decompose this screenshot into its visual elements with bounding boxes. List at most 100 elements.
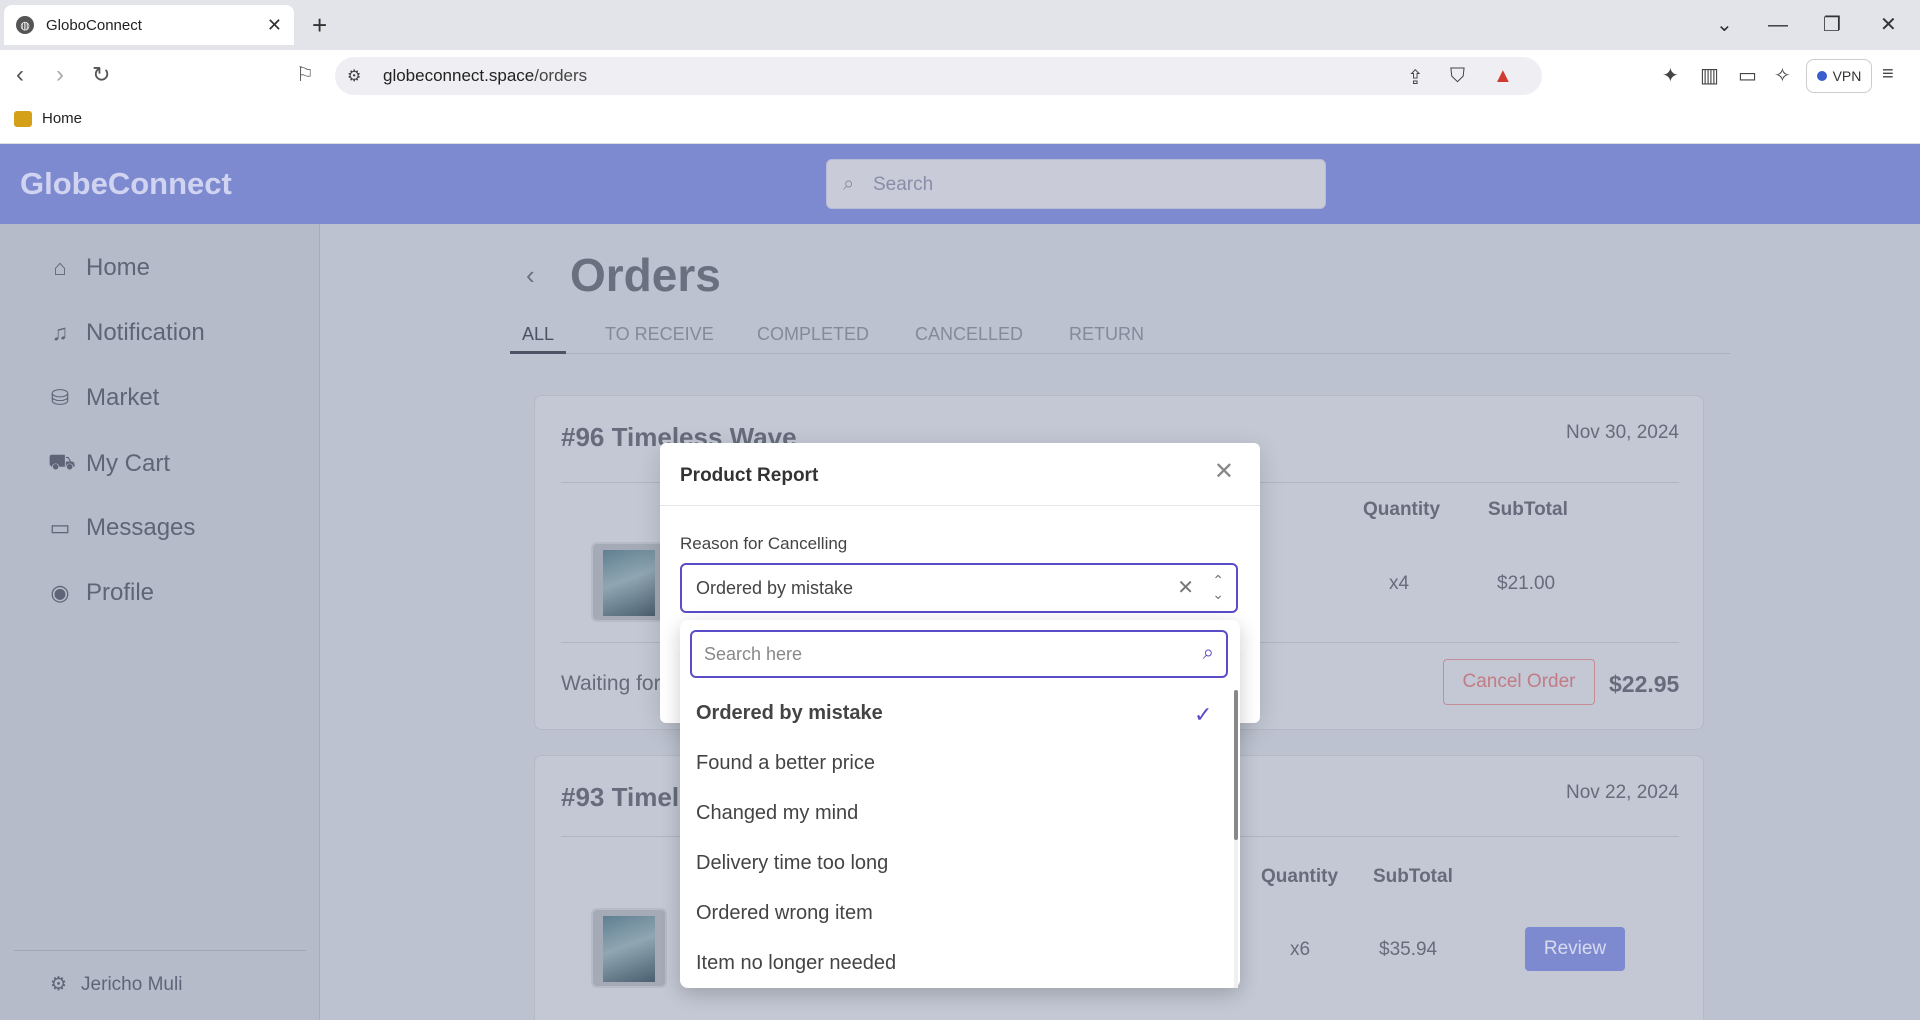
menu-icon[interactable]: ≡ (1882, 63, 1894, 86)
sidebar-toggle-icon[interactable]: ▥ (1700, 63, 1719, 88)
url-path: /orders (534, 66, 588, 85)
new-tab-button[interactable]: + (312, 10, 327, 40)
dropdown-option[interactable]: Ordered by mistake (696, 702, 883, 725)
url-text: globeconnect.space/orders (383, 66, 587, 86)
quantity-value: x4 (1389, 573, 1410, 594)
check-icon: ✓ (1194, 702, 1213, 727)
dropdown-option[interactable]: Ordered wrong item (696, 902, 873, 925)
app-header: GlobeConnect ⌕ Search (0, 144, 1920, 224)
app-search-input[interactable]: ⌕ Search (826, 159, 1326, 209)
close-window-button[interactable]: ✕ (1880, 10, 1897, 40)
tab-to-receive[interactable]: TO RECEIVE (605, 324, 714, 345)
quantity-value: x6 (1290, 939, 1311, 960)
clear-selection-icon[interactable]: ✕ (1177, 575, 1194, 600)
dropdown-option[interactable]: Changed my mind (696, 802, 858, 825)
dropdown-search-input[interactable]: Search here ⌕ (690, 630, 1228, 678)
sidebar-item-label: Market (86, 384, 160, 411)
browser-tab[interactable]: ◍ GloboConnect ✕ (4, 5, 294, 45)
bookmark-icon[interactable]: ⚐ (296, 60, 314, 90)
browser-tab-bar: ◍ GloboConnect ✕ + ⌄ — ❐ ✕ (0, 0, 1920, 50)
share-icon[interactable]: ⇪ (1407, 65, 1424, 90)
order-date: Nov 30, 2024 (1565, 422, 1679, 443)
bag-icon: ⛁ (50, 385, 70, 410)
sidebar-item-my-cart[interactable]: ⛟ My Cart (48, 449, 170, 478)
bell-icon: ♫ (51, 320, 69, 345)
back-arrow-icon[interactable]: ‹ (526, 260, 535, 291)
reason-select[interactable]: Ordered by mistake ✕ ⌃ ⌄ (680, 563, 1238, 613)
dropdown-option[interactable]: Found a better price (696, 752, 875, 775)
order-title: #93 Timel (561, 782, 680, 812)
sidebar-item-label: Profile (86, 579, 155, 606)
chevron-updown-icon[interactable]: ⌃ ⌄ (1212, 573, 1224, 601)
tab-all[interactable]: ALL (522, 324, 554, 345)
subtotal-header: SubTotal (1488, 499, 1568, 520)
subtotal-value: $35.94 (1379, 939, 1438, 960)
dropdown-search-placeholder: Search here (704, 644, 803, 664)
cart-icon: ⛟ (48, 449, 76, 474)
dropdown-option[interactable]: Delivery time too long (696, 852, 888, 875)
order-date: Nov 22, 2024 (1565, 782, 1679, 803)
search-icon: ⌕ (1202, 642, 1214, 664)
review-button[interactable]: Review (1525, 927, 1625, 971)
dropdown-scrollbar-thumb[interactable] (1234, 690, 1238, 840)
user-icon: ◉ (50, 580, 70, 605)
sidebar-item-profile[interactable]: ◉ Profile (48, 579, 154, 607)
bookmark-home[interactable]: Home (14, 110, 82, 127)
sidebar-item-label: Messages (86, 514, 196, 541)
quantity-header: Quantity (1363, 499, 1441, 520)
sidebar-item-market[interactable]: ⛁ Market (48, 384, 160, 412)
reason-label: Reason for Cancelling (680, 534, 848, 553)
close-icon[interactable]: ✕ (1214, 457, 1234, 486)
subtotal-header: SubTotal (1373, 866, 1453, 887)
app-logo[interactable]: GlobeConnect (20, 166, 232, 202)
vpn-button[interactable]: VPN (1806, 59, 1872, 93)
bookmarks-bar: Home (0, 100, 1920, 144)
reason-dropdown: Search here ⌕ Ordered by mistake Found a… (680, 620, 1240, 988)
brave-rewards-icon[interactable]: ▲ (1493, 65, 1513, 88)
back-icon[interactable]: ‹ (16, 60, 24, 90)
globe-icon: ◍ (16, 16, 34, 34)
site-settings-icon[interactable]: ⚙ (347, 66, 361, 86)
tab-cancelled[interactable]: CANCELLED (915, 324, 1023, 345)
modal-header: Product Report ✕ (660, 443, 1260, 506)
gear-icon: ⚙ (50, 974, 68, 995)
sidebar-item-label: My Cart (86, 449, 170, 477)
order-status: Waiting for (561, 672, 661, 695)
extensions-icon[interactable]: ✦ (1662, 63, 1679, 88)
brave-shield-icon[interactable]: ⛉ (1450, 65, 1465, 88)
tab-completed[interactable]: COMPLETED (757, 324, 869, 345)
order-tabs: ALL TO RECEIVE COMPLETED CANCELLED RETUR… (510, 320, 1730, 354)
sidebar-item-notification[interactable]: ♫ Notification (48, 319, 205, 347)
leo-ai-icon[interactable]: ✧ (1774, 63, 1791, 88)
sidebar-user[interactable]: ⚙ Jericho Muli (50, 973, 182, 996)
user-name: Jericho Muli (81, 973, 183, 995)
tab-search-icon[interactable]: ⌄ (1716, 10, 1733, 40)
sidebar-item-messages[interactable]: ▭ Messages (48, 514, 196, 542)
search-icon: ⌕ (843, 173, 855, 195)
address-bar[interactable]: ⚙ globeconnect.space/orders ⇪ ⛉ ▲ (335, 57, 1542, 95)
reason-selected-value: Ordered by mistake (696, 578, 854, 598)
minimize-button[interactable]: — (1768, 10, 1788, 40)
product-thumbnail (591, 908, 667, 988)
tab-title: GloboConnect (46, 16, 142, 34)
sidebar-divider (14, 950, 306, 951)
page-title: Orders (570, 249, 721, 301)
folder-icon (14, 110, 32, 127)
order-total: $22.95 (1609, 671, 1680, 697)
restore-button[interactable]: ❐ (1823, 10, 1841, 40)
bookmark-label: Home (42, 110, 83, 127)
wallet-icon[interactable]: ▭ (1738, 63, 1757, 88)
reload-icon[interactable]: ↻ (92, 60, 110, 90)
tab-return[interactable]: RETURN (1069, 324, 1144, 345)
sidebar: ⌂ Home ♫ Notification ⛁ Market ⛟ My Cart… (0, 224, 320, 1020)
active-tab-indicator (510, 351, 566, 354)
dropdown-option[interactable]: Item no longer needed (696, 952, 896, 975)
forward-icon[interactable]: › (56, 60, 64, 90)
url-host: globeconnect.space (383, 66, 535, 85)
vpn-status-icon (1816, 71, 1827, 81)
subtotal-value: $21.00 (1497, 573, 1556, 594)
sidebar-item-home[interactable]: ⌂ Home (48, 254, 150, 282)
close-tab-icon[interactable]: ✕ (267, 15, 282, 36)
cancel-order-button[interactable]: Cancel Order (1443, 659, 1595, 705)
search-placeholder: Search (873, 174, 934, 195)
